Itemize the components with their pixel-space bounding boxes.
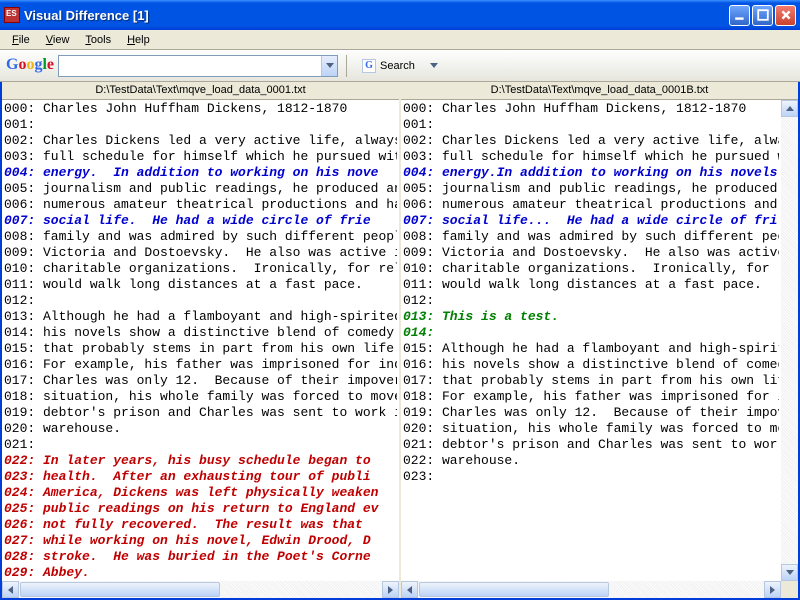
right-vscroll[interactable] [781, 100, 798, 581]
search-button-label: Search [380, 60, 415, 72]
menu-tools[interactable]: Tools [77, 32, 119, 48]
text-line[interactable]: 023: health. After an exhausting tour of… [4, 469, 397, 485]
text-line[interactable]: 010: charitable organizations. Ironicall… [403, 261, 779, 277]
text-line[interactable]: 017: that probably stems in part from hi… [403, 373, 779, 389]
maximize-button[interactable] [752, 5, 773, 26]
text-line[interactable]: 014: his novels show a distinctive blend… [4, 325, 397, 341]
text-line[interactable]: 021: debtor's prison and Charles was sen… [403, 437, 779, 453]
text-line[interactable]: 027: while working on his novel, Edwin D… [4, 533, 397, 549]
app-icon [4, 7, 20, 23]
scroll-track[interactable] [19, 581, 382, 598]
scroll-down-button[interactable] [781, 564, 798, 581]
close-button[interactable] [775, 5, 796, 26]
minimize-button[interactable] [729, 5, 750, 26]
toolbar: Google G Search [0, 50, 800, 82]
text-line[interactable]: 010: charitable organizations. Ironicall… [4, 261, 397, 277]
scroll-right-button[interactable] [764, 581, 781, 598]
workarea: D:\TestData\Text\mqve_load_data_0001.txt… [0, 82, 800, 600]
text-line[interactable]: 003: full schedule for himself which he … [403, 149, 779, 165]
text-line[interactable]: 002: Charles Dickens led a very active l… [403, 133, 779, 149]
search-input[interactable] [59, 60, 321, 72]
text-line[interactable]: 013: Although he had a flamboyant and hi… [4, 309, 397, 325]
google-g-icon: G [362, 59, 376, 73]
text-line[interactable]: 006: numerous amateur theatrical product… [4, 197, 397, 213]
text-line[interactable]: 012: [403, 293, 779, 309]
right-pane-path: D:\TestData\Text\mqve_load_data_0001B.tx… [401, 82, 798, 100]
text-line[interactable]: 022: In later years, his busy schedule b… [4, 453, 397, 469]
text-line[interactable]: 019: Charles was only 12. Because of the… [403, 405, 779, 421]
scroll-left-button[interactable] [2, 581, 19, 598]
text-line[interactable]: 018: situation, his whole family was for… [4, 389, 397, 405]
text-line[interactable]: 008: family and was admired by such diff… [403, 229, 779, 245]
titlebar[interactable]: Visual Difference [1] [0, 0, 800, 30]
text-line[interactable]: 004: energy.In addition to working on hi… [403, 165, 779, 181]
text-line[interactable]: 002: Charles Dickens led a very active l… [4, 133, 397, 149]
google-logo: Google [6, 56, 54, 74]
toolbar-separator [346, 55, 347, 77]
left-hscroll[interactable] [2, 581, 399, 598]
text-line[interactable]: 029: Abbey. [4, 565, 397, 581]
right-pane: D:\TestData\Text\mqve_load_data_0001B.tx… [401, 82, 798, 598]
scroll-corner [781, 581, 798, 598]
menu-file[interactable]: File [4, 32, 38, 48]
text-line[interactable]: 007: social life... He had a wide circle… [403, 213, 779, 229]
text-line[interactable]: 023: [403, 469, 779, 485]
text-line[interactable]: 019: debtor's prison and Charles was sen… [4, 405, 397, 421]
text-line[interactable]: 003: full schedule for himself which he … [4, 149, 397, 165]
left-pane-path: D:\TestData\Text\mqve_load_data_0001.txt [2, 82, 399, 100]
text-line[interactable]: 025: public readings on his return to En… [4, 501, 397, 517]
text-line[interactable]: 026: not fully recovered. The result was… [4, 517, 397, 533]
text-line[interactable]: 016: For example, his father was impriso… [4, 357, 397, 373]
scroll-right-button[interactable] [382, 581, 399, 598]
text-line[interactable]: 015: Although he had a flamboyant and hi… [403, 341, 779, 357]
right-text-body[interactable]: 000: Charles John Huffham Dickens, 1812-… [401, 100, 781, 581]
text-line[interactable]: 011: would walk long distances at a fast… [403, 277, 779, 293]
vscroll-track[interactable] [781, 117, 798, 564]
text-line[interactable]: 009: Victoria and Dostoevsky. He also wa… [4, 245, 397, 261]
menubar: File View Tools Help [0, 30, 800, 50]
text-line[interactable]: 022: warehouse. [403, 453, 779, 469]
search-combo[interactable] [58, 55, 338, 77]
text-line[interactable]: 028: stroke. He was buried in the Poet's… [4, 549, 397, 565]
text-line[interactable]: 001: [4, 117, 397, 133]
text-line[interactable]: 006: numerous amateur theatrical product… [403, 197, 779, 213]
text-line[interactable]: 001: [403, 117, 779, 133]
text-line[interactable]: 000: Charles John Huffham Dickens, 1812-… [4, 101, 397, 117]
text-line[interactable]: 008: family and was admired by such diff… [4, 229, 397, 245]
text-line[interactable]: 020: warehouse. [4, 421, 397, 437]
text-line[interactable]: 009: Victoria and Dostoevsky. He also wa… [403, 245, 779, 261]
left-pane: D:\TestData\Text\mqve_load_data_0001.txt… [2, 82, 401, 598]
toolbar-dropdown[interactable] [426, 63, 442, 68]
text-line[interactable]: 020: situation, his whole family was for… [403, 421, 779, 437]
right-hscroll[interactable] [401, 581, 781, 598]
combo-dropdown-button[interactable] [321, 56, 337, 76]
text-line[interactable]: 007: social life. He had a wide circle o… [4, 213, 397, 229]
text-line[interactable]: 021: [4, 437, 397, 453]
text-line[interactable]: 018: For example, his father was impriso… [403, 389, 779, 405]
menu-view[interactable]: View [38, 32, 78, 48]
scroll-up-button[interactable] [781, 100, 798, 117]
window-title: Visual Difference [1] [24, 8, 729, 23]
text-line[interactable]: 014: [403, 325, 779, 341]
text-line[interactable]: 015: that probably stems in part from hi… [4, 341, 397, 357]
text-line[interactable]: 005: journalism and public readings, he … [403, 181, 779, 197]
search-button[interactable]: G Search [355, 55, 422, 77]
text-line[interactable]: 016: his novels show a distinctive blend… [403, 357, 779, 373]
text-line[interactable]: 024: America, Dickens was left physicall… [4, 485, 397, 501]
text-line[interactable]: 004: energy. In addition to working on h… [4, 165, 397, 181]
text-line[interactable]: 005: journalism and public readings, he … [4, 181, 397, 197]
menu-help[interactable]: Help [119, 32, 158, 48]
text-line[interactable]: 013: This is a test. [403, 309, 779, 325]
left-text-body[interactable]: 000: Charles John Huffham Dickens, 1812-… [2, 100, 399, 581]
text-line[interactable]: 000: Charles John Huffham Dickens, 1812-… [403, 101, 779, 117]
text-line[interactable]: 017: Charles was only 12. Because of the… [4, 373, 397, 389]
scroll-left-button[interactable] [401, 581, 418, 598]
text-line[interactable]: 011: would walk long distances at a fast… [4, 277, 397, 293]
scroll-track[interactable] [418, 581, 764, 598]
text-line[interactable]: 012: [4, 293, 397, 309]
